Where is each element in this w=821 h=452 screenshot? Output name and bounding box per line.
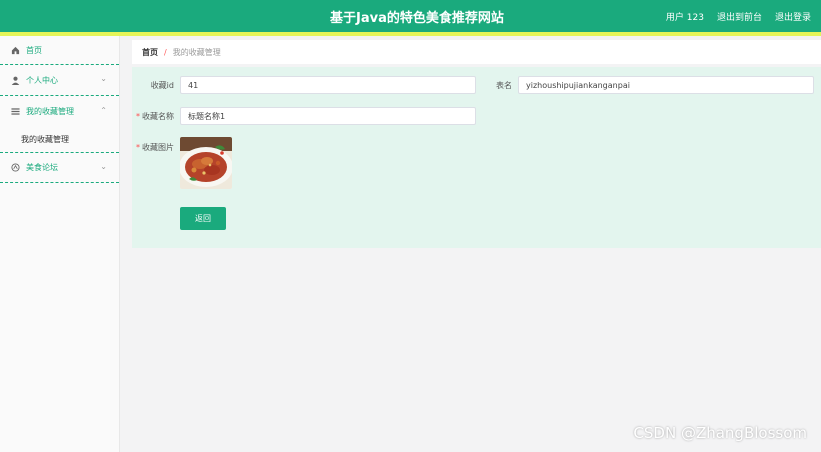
breadcrumb-home[interactable]: 首页 xyxy=(142,47,158,58)
logout-link[interactable]: 退出登录 xyxy=(775,10,811,23)
collect-name-field[interactable] xyxy=(180,107,476,125)
sidebar-subitem-label: 我的收藏管理 xyxy=(21,134,69,144)
sidebar-item-label: 首页 xyxy=(26,45,42,55)
table-name-label: 表名 xyxy=(496,81,512,90)
detail-form-panel: 收藏id 表名 *收藏名称 *收藏图片 返回 xyxy=(132,67,821,248)
app-title: 基于Java的特色美食推荐网站 xyxy=(330,11,504,26)
table-name-field[interactable] xyxy=(518,76,814,94)
watermark-text: CSDN @ZhangBlossom xyxy=(633,424,807,442)
sidebar-subitem-favorites[interactable]: 我的收藏管理 xyxy=(0,126,119,152)
back-button[interactable]: 返回 xyxy=(180,207,226,230)
chevron-down-icon: ⌄ xyxy=(100,162,107,171)
sidebar-item-home[interactable]: 首页 xyxy=(0,36,119,65)
breadcrumb-current: 我的收藏管理 xyxy=(172,47,221,57)
sidebar-group-favorites: 我的收藏管理 ⌃ 我的收藏管理 xyxy=(0,96,119,153)
top-header: 基于Java的特色美食推荐网站 用户 123 退出到前台 退出登录 xyxy=(0,0,821,32)
collect-image-label: * 收藏图片 xyxy=(136,143,174,152)
home-icon xyxy=(11,46,20,55)
sidebar-item-label: 美食论坛 xyxy=(26,163,58,172)
user-label[interactable]: 用户 123 xyxy=(666,10,704,23)
collect-name-label: * 收藏名称 xyxy=(136,112,174,121)
collect-id-field[interactable] xyxy=(180,76,476,94)
sidebar-item-personal-center[interactable]: 个人中心 ⌄ xyxy=(0,65,119,96)
chevron-up-icon: ⌃ xyxy=(100,106,107,115)
sidebar-item-label: 个人中心 xyxy=(26,75,58,85)
user-icon xyxy=(11,76,20,85)
collect-image-thumbnail[interactable] xyxy=(180,137,232,189)
header-accent-stripe xyxy=(0,32,821,36)
sidebar-item-favorites[interactable]: 我的收藏管理 ⌃ xyxy=(0,96,119,126)
list-icon xyxy=(11,107,20,116)
header-actions: 用户 123 退出到前台 退出登录 xyxy=(666,10,811,23)
sidebar: 首页 个人中心 ⌄ 我的收藏管理 ⌃ 我的收藏管理 美食论坛 ⌄ xyxy=(0,36,120,452)
breadcrumb: 首页 / 我的收藏管理 xyxy=(132,40,821,64)
collect-id-label: 收藏id xyxy=(150,81,174,90)
back-to-front-link[interactable]: 退出到前台 xyxy=(717,10,762,23)
forum-icon xyxy=(11,163,20,172)
sidebar-item-forum[interactable]: 美食论坛 ⌄ xyxy=(0,153,119,183)
breadcrumb-separator: / xyxy=(164,47,167,57)
chevron-down-icon: ⌄ xyxy=(100,74,107,83)
sidebar-item-label: 我的收藏管理 xyxy=(26,106,74,116)
